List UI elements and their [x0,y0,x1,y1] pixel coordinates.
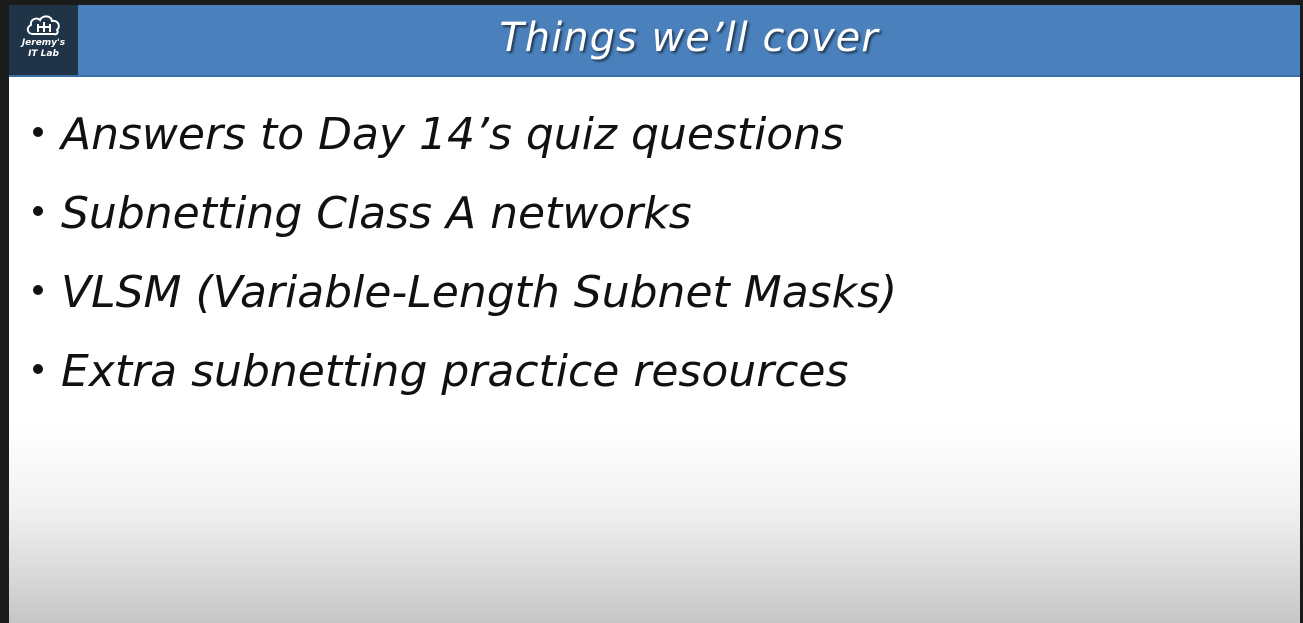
logo-text-line2: IT Lab [28,49,59,59]
title-bar: Jeremy's IT Lab Things we’ll cover [9,5,1300,77]
channel-logo: Jeremy's IT Lab [9,5,78,75]
bullet-item: Answers to Day 14’s quiz questions [31,105,897,184]
bullet-icon [33,364,43,374]
bullet-text: VLSM (Variable-Length Subnet Masks) [61,267,898,318]
bullet-list: Answers to Day 14’s quiz questions Subne… [31,105,897,421]
bullet-icon [33,285,43,295]
logo-text-line1: Jeremy's [21,38,66,48]
bullet-text: Extra subnetting practice resources [61,346,849,397]
bullet-item: Extra subnetting practice resources [31,342,897,421]
bullet-text: Answers to Day 14’s quiz questions [61,109,845,160]
bullet-item: Subnetting Class A networks [31,184,897,263]
cloud-network-icon [26,15,60,36]
video-frame: Jeremy's IT Lab Things we’ll cover Answe… [0,0,1303,623]
bullet-text: Subnetting Class A networks [61,188,692,239]
presentation-slide: Jeremy's IT Lab Things we’ll cover Answe… [9,5,1300,623]
bullet-icon [33,206,43,216]
bullet-icon [33,127,43,137]
slide-title: Things we’ll cover [499,15,879,61]
bullet-item: VLSM (Variable-Length Subnet Masks) [31,263,897,342]
